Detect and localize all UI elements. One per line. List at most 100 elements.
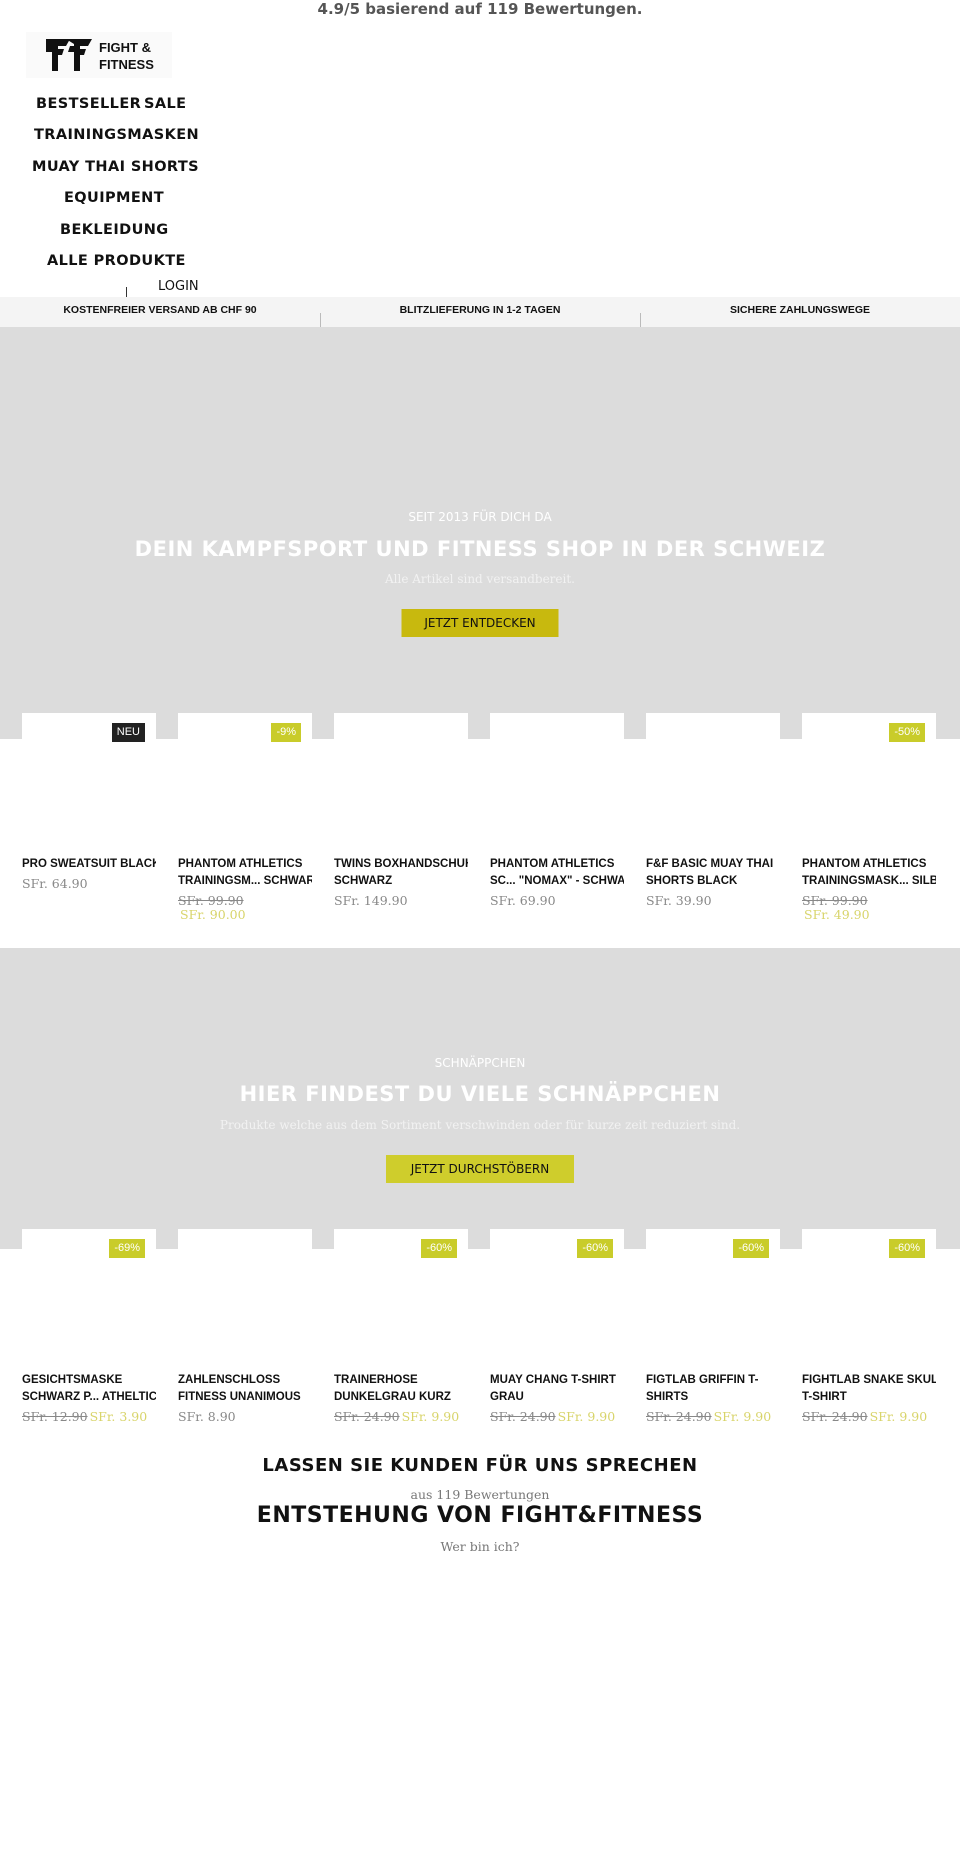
product-title-line: TRAINERHOSE <box>334 1374 418 1386</box>
price-row: SFr. 99.90 SFr. 90.00 <box>178 894 312 922</box>
price-row: SFr. 24.90 SFr. 9.90 <box>490 1410 624 1424</box>
discount-badge: -60% <box>889 1239 925 1258</box>
logo-text-line1: FIGHT & <box>99 40 151 55</box>
product-title-line: SHIRTS <box>646 1391 689 1403</box>
nav-item-alle-produkte[interactable]: ALLE PRODUKTE <box>47 253 186 269</box>
product-card[interactable]: -60% FIGHTLAB SNAKE SKULL T-SHIRT SFr. 24.9… <box>802 1229 936 1424</box>
product-title[interactable]: PHANTOM ATHLETICS SC... "NOMAX" - SCHWAR <box>490 856 624 890</box>
product-title-line: PHANTOM ATHLETICS <box>178 858 303 870</box>
new-badge: NEU <box>111 723 145 742</box>
nav-item-trainingsmasken[interactable]: TRAININGSMASKEN <box>34 127 199 143</box>
product-card[interactable]: -9% PHANTOM ATHLETICS TRAININGSM... SCHWAR… <box>178 713 312 922</box>
discount-badge: -60% <box>577 1239 613 1258</box>
nav-item-sale[interactable]: SALE <box>144 96 186 112</box>
product-title-line: PHANTOM ATHLETICS <box>802 858 927 870</box>
price-row: SFr. 24.90 SFr. 9.90 <box>334 1410 468 1424</box>
product-title[interactable]: TRAINERHOSE DUNKELGRAU KURZ <box>334 1372 468 1406</box>
product-card[interactable]: -60% FIGTLAB GRIFFIN T- SHIRTS SFr. 24.90 SF… <box>646 1229 780 1424</box>
product-title-line: DUNKELGRAU KURZ <box>334 1391 451 1403</box>
product-card[interactable]: PHANTOM ATHLETICS SC... "NOMAX" - SCHWAR S… <box>490 713 624 908</box>
product-card[interactable]: -69% GESICHTSMASKE SCHWARZ P... ATHELTICS S… <box>22 1229 156 1424</box>
product-title[interactable]: FIGHTLAB SNAKE SKULL T-SHIRT <box>802 1372 936 1406</box>
product-card[interactable]: TWINS BOXHANDSCHUHE SCHWARZ SFr. 149.90 <box>334 713 468 908</box>
product-title-line: TWINS BOXHANDSCHUHE <box>334 858 468 870</box>
hero-banner-main: SEIT 2013 FÜR DICH DA DEIN KAMPFSPORT UN… <box>0 327 960 739</box>
price-row: SFr. 24.90 SFr. 9.90 <box>646 1410 780 1424</box>
hero-kicker: SEIT 2013 FÜR DICH DA <box>408 510 552 524</box>
discount-badge: -60% <box>421 1239 457 1258</box>
product-image[interactable] <box>490 713 624 853</box>
product-title[interactable]: FIGTLAB GRIFFIN T- SHIRTS <box>646 1372 780 1406</box>
product-title[interactable]: MUAY CHANG T-SHIRT GRAU <box>490 1372 624 1406</box>
browse-deals-button[interactable]: JETZT DURCHSTÖBERN <box>386 1155 574 1183</box>
about-subtitle: Wer bin ich? <box>440 1539 520 1554</box>
original-price: SFr. 99.90 <box>178 893 244 908</box>
usp-bar: KOSTENFREIER VERSAND AB CHF 90 BLITZLIEF… <box>0 297 960 327</box>
product-title[interactable]: GESICHTSMASKE SCHWARZ P... ATHELTICS <box>22 1372 156 1406</box>
hero-sale-title: HIER FINDEST DU VIELE SCHNÄPPCHEN <box>239 1082 721 1106</box>
product-image[interactable]: -9% <box>178 713 312 853</box>
product-card[interactable]: ZAHLENSCHLOSS FITNESS UNANIMOUS SFr. 8.90 <box>178 1229 312 1424</box>
hero-sale-kicker: SCHNÄPPCHEN <box>434 1056 526 1070</box>
product-title-line: PHANTOM ATHLETICS <box>490 858 615 870</box>
sale-price: SFr. 3.90 <box>89 1409 148 1424</box>
product-image[interactable] <box>334 713 468 853</box>
logo[interactable]: FIGHT & FITNESS <box>26 32 172 78</box>
product-image[interactable]: -60% <box>646 1229 780 1369</box>
price-row: SFr. 24.90 SFr. 9.90 <box>802 1410 936 1424</box>
discover-button[interactable]: JETZT ENTDECKEN <box>401 609 559 637</box>
product-card[interactable]: -60% TRAINERHOSE DUNKELGRAU KURZ SFr. 24.90… <box>334 1229 468 1424</box>
nav-item-muay-thai-shorts[interactable]: MUAY THAI SHORTS <box>32 159 199 175</box>
sale-price: SFr. 9.90 <box>869 1409 928 1424</box>
product-title-line: FITNESS UNANIMOUS <box>178 1391 301 1403</box>
product-card[interactable]: -60% MUAY CHANG T-SHIRT GRAU SFr. 24.90 SFr.… <box>490 1229 624 1424</box>
product-title[interactable]: PRO SWEATSUIT BLACK <box>22 856 156 873</box>
product-image[interactable] <box>178 1229 312 1369</box>
usp-secure-payment: SICHERE ZAHLUNGSWEGE <box>640 297 960 327</box>
sale-price: SFr. 90.00 <box>180 907 246 922</box>
product-title-line: GRAU <box>490 1391 524 1403</box>
product-image[interactable]: NEU <box>22 713 156 853</box>
rating-summary: 4.9/5 basierend auf 119 Bewertungen. <box>317 0 643 18</box>
discount-badge: -69% <box>109 1239 145 1258</box>
product-title[interactable]: PHANTOM ATHLETICS TRAININGSM... SCHWARZ <box>178 856 312 890</box>
product-card[interactable]: -50% PHANTOM ATHLETICS TRAININGSMASK... SI… <box>802 713 936 922</box>
product-title[interactable]: PHANTOM ATHLETICS TRAININGSMASK... SILBE <box>802 856 936 890</box>
price-row: SFr. 64.90 <box>22 877 156 891</box>
product-image[interactable]: -69% <box>22 1229 156 1369</box>
product-image[interactable]: -60% <box>802 1229 936 1369</box>
hero-banner-sale: SCHNÄPPCHEN HIER FINDEST DU VIELE SCHNÄP… <box>0 948 960 1249</box>
product-image[interactable]: -60% <box>490 1229 624 1369</box>
product-image[interactable]: -60% <box>334 1229 468 1369</box>
sale-price: SFr. 9.90 <box>401 1409 460 1424</box>
product-image[interactable] <box>646 713 780 853</box>
fight-fitness-logo-icon: FIGHT & FITNESS <box>46 39 154 72</box>
product-title-line: ZAHLENSCHLOSS <box>178 1374 281 1386</box>
price-row: SFr. 12.90 SFr. 3.90 <box>22 1410 156 1424</box>
nav-item-bestseller[interactable]: BESTSELLER <box>36 96 141 112</box>
usp-fast-delivery: BLITZLIEFERUNG IN 1-2 TAGEN <box>320 297 640 327</box>
product-price: SFr. 149.90 <box>334 893 408 908</box>
product-title[interactable]: TWINS BOXHANDSCHUHE SCHWARZ <box>334 856 468 890</box>
original-price: SFr. 24.90 <box>490 1409 556 1424</box>
nav-item-equipment[interactable]: EQUIPMENT <box>64 190 164 206</box>
product-image[interactable]: -50% <box>802 713 936 853</box>
product-title[interactable]: F&F BASIC MUAY THAI SHORTS BLACK <box>646 856 780 890</box>
product-title-line: MUAY CHANG T-SHIRT <box>490 1374 616 1386</box>
product-card[interactable]: F&F BASIC MUAY THAI SHORTS BLACK SFr. 39.9… <box>646 713 780 908</box>
product-price: SFr. 39.90 <box>646 893 712 908</box>
about-heading: ENTSTEHUNG VON FIGHT&FITNESS <box>256 1503 704 1528</box>
product-card[interactable]: NEU PRO SWEATSUIT BLACK SFr. 64.90 <box>22 713 156 891</box>
nav-item-bekleidung[interactable]: BEKLEIDUNG <box>60 222 169 238</box>
hero-sale-subtitle: Produkte welche aus dem Sortiment versch… <box>219 1118 741 1132</box>
sale-price: SFr. 9.90 <box>713 1409 772 1424</box>
price-row: SFr. 69.90 <box>490 894 624 908</box>
original-price: SFr. 24.90 <box>646 1409 712 1424</box>
product-title[interactable]: ZAHLENSCHLOSS FITNESS UNANIMOUS <box>178 1372 312 1406</box>
product-title-line: SHORTS BLACK <box>646 875 738 887</box>
sale-price: SFr. 49.90 <box>804 907 870 922</box>
product-title-line: PRO SWEATSUIT BLACK <box>22 858 156 870</box>
hero-subtitle: Alle Artikel sind versandbereit. <box>384 572 575 586</box>
discount-badge: -9% <box>271 723 301 742</box>
login-link[interactable]: LOGIN <box>158 279 199 294</box>
